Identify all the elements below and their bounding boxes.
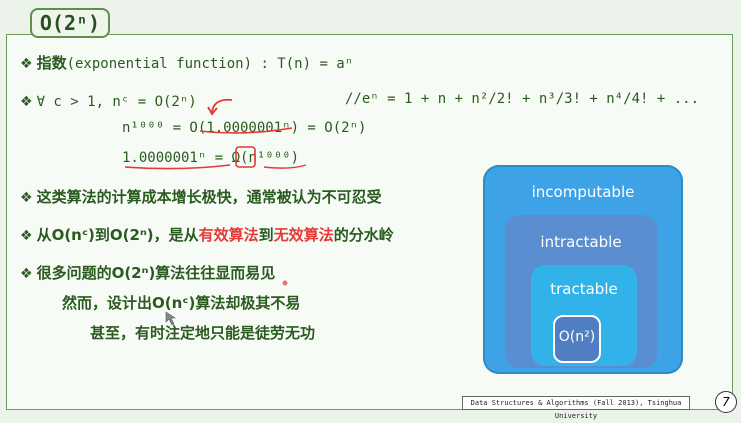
incomputable-label: incomputable bbox=[531, 183, 635, 201]
sub-point-2: 甚至，有时注定地只能是徒劳无功 bbox=[90, 324, 316, 342]
bullet-formula: ∀ c > 1, nᶜ = O(2ⁿ) bbox=[36, 94, 197, 110]
diamond-bullet-icon: ❖ bbox=[20, 190, 33, 206]
equation-1: n¹⁰⁰⁰ = O(1.0000001ⁿ) = O(2ⁿ) bbox=[122, 120, 367, 136]
equation-2-right: (n¹⁰⁰⁰) bbox=[240, 150, 300, 166]
complexity-classes-diagram: incomputable intractable tractable O(n²) bbox=[483, 165, 683, 374]
bullet-growth: ❖ 这类算法的计算成本增长极快，通常被认为不可忍受 bbox=[20, 186, 382, 207]
ineffective-algorithm-text: 无效算法 bbox=[273, 226, 334, 244]
tractable-label: tractable bbox=[550, 280, 618, 298]
core-label: O(n²) bbox=[558, 329, 596, 345]
bullet-exponential: ❖ 指数(exponential function) : T(n) = aⁿ bbox=[20, 52, 353, 73]
polynomial-core: O(n²) bbox=[553, 315, 601, 363]
bullet-difficulty: ❖ 很多问题的O(2ⁿ)算法往往显而易见 bbox=[20, 262, 275, 283]
sub-point-1: 然而，设计出O(nᶜ)算法却极其不易 bbox=[62, 294, 301, 312]
bullet-text-part3: 到 bbox=[258, 226, 274, 244]
effective-algorithm-text: 有效算法 bbox=[198, 226, 259, 244]
diamond-bullet-icon: ❖ bbox=[20, 94, 33, 110]
diamond-bullet-icon: ❖ bbox=[20, 266, 33, 282]
bullet-polynomial: ❖ ∀ c > 1, nᶜ = O(2ⁿ) bbox=[20, 91, 197, 110]
taylor-comment: //eⁿ = 1 + n + n²/2! + n³/3! + n⁴/4! + .… bbox=[345, 91, 700, 107]
bullet-formula: (exponential function) : T(n) = aⁿ bbox=[66, 56, 354, 72]
page-number: 7 bbox=[715, 391, 737, 413]
bullet-text-part5: 的分水岭 bbox=[333, 226, 394, 244]
course-footer: Data Structures & Algorithms (Fall 2013)… bbox=[462, 396, 690, 420]
intractable-label: intractable bbox=[540, 233, 622, 251]
bullet-watershed: ❖ 从O(nᶜ)到O(2ⁿ)，是从有效算法到无效算法的分水岭 bbox=[20, 224, 394, 245]
bullet-text: 这类算法的计算成本增长极快，通常被认为不可忍受 bbox=[36, 188, 382, 206]
equation-2-left: 1.0000001ⁿ = bbox=[122, 150, 232, 166]
bullet-prefix: 指数 bbox=[36, 54, 67, 72]
diamond-bullet-icon: ❖ bbox=[20, 56, 33, 72]
equation-2: 1.0000001ⁿ = Ω(n¹⁰⁰⁰) bbox=[122, 150, 299, 166]
slide-title: O(2ⁿ) bbox=[30, 8, 110, 38]
omega-symbol: Ω bbox=[231, 150, 241, 166]
diamond-bullet-icon: ❖ bbox=[20, 228, 33, 244]
bullet-text-part1: 从O(nᶜ)到O(2ⁿ)，是从 bbox=[36, 226, 199, 244]
bullet-text: 很多问题的O(2ⁿ)算法往往显而易见 bbox=[36, 264, 276, 282]
